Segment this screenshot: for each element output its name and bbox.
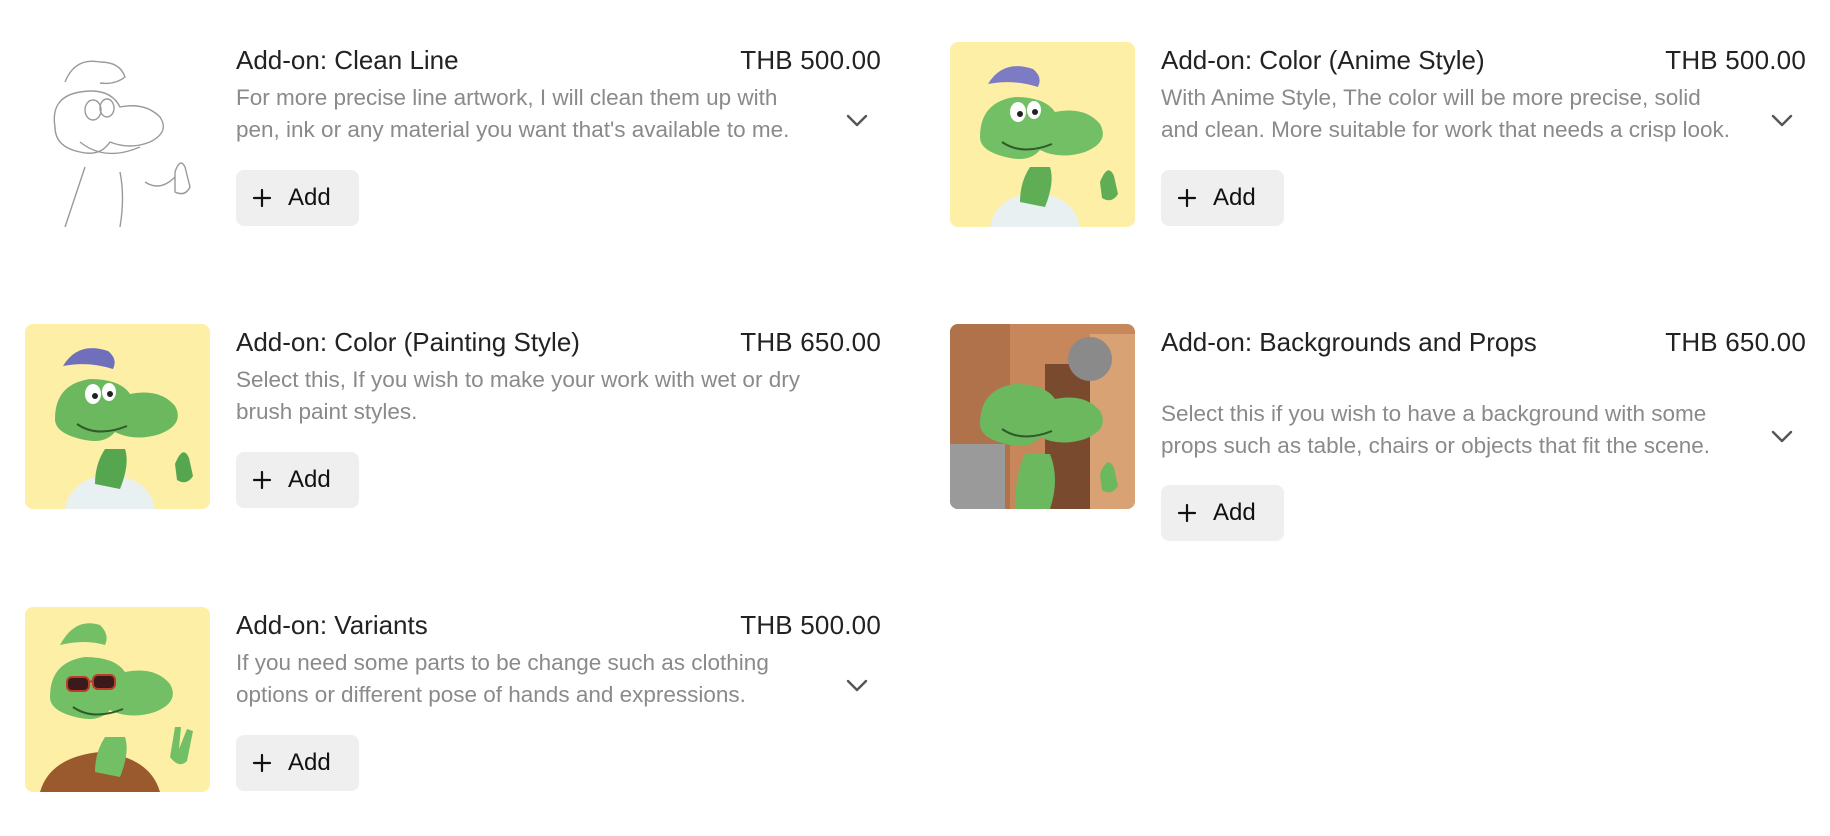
addon-title: Add-on: Clean Line: [236, 45, 459, 75]
anime-color-character-thumbnail: [950, 42, 1135, 227]
plus-icon: [252, 470, 272, 490]
plus-icon: [1177, 188, 1197, 208]
addon-price: THB 500.00: [740, 45, 881, 75]
add-button[interactable]: Add: [1161, 485, 1284, 541]
addon-card: Add-on: Backgrounds and Props THB 650.00…: [950, 324, 1806, 548]
add-button-label: Add: [288, 184, 331, 211]
chevron-down-icon[interactable]: [1768, 423, 1796, 451]
lineart-character-thumbnail: [25, 42, 210, 227]
addons-grid: Add-on: Clean Line THB 500.00 For more p…: [0, 0, 1830, 836]
plus-icon: [252, 188, 272, 208]
addon-card: Add-on: Color (Anime Style) THB 500.00 W…: [950, 42, 1806, 232]
addon-price: THB 650.00: [740, 327, 881, 357]
add-button-label: Add: [1213, 499, 1256, 526]
addon-price: THB 500.00: [1665, 45, 1806, 75]
add-button[interactable]: Add: [1161, 170, 1284, 226]
variant-character-thumbnail: [25, 607, 210, 792]
plus-icon: [252, 753, 272, 773]
add-button[interactable]: Add: [236, 452, 359, 508]
addon-price: THB 650.00: [1665, 327, 1806, 357]
chevron-down-icon[interactable]: [1768, 107, 1796, 135]
painted-character-thumbnail: [25, 324, 210, 509]
addon-price: THB 500.00: [740, 610, 881, 640]
add-button-label: Add: [1213, 184, 1256, 211]
addon-title: Add-on: Color (Painting Style): [236, 327, 580, 357]
addon-description: For more precise line artwork, I will cl…: [236, 85, 790, 142]
add-button-label: Add: [288, 466, 331, 493]
addon-description: If you need some parts to be change such…: [236, 650, 769, 707]
add-button[interactable]: Add: [236, 735, 359, 791]
plus-icon: [1177, 503, 1197, 523]
chevron-down-icon[interactable]: [843, 672, 871, 700]
addon-card: Add-on: Variants THB 500.00 If you need …: [25, 607, 881, 797]
background-props-character-thumbnail: [950, 324, 1135, 509]
addon-title: Add-on: Variants: [236, 610, 428, 640]
addon-card: Add-on: Clean Line THB 500.00 For more p…: [25, 42, 881, 232]
add-button[interactable]: Add: [236, 170, 359, 226]
addon-title: Add-on: Color (Anime Style): [1161, 45, 1485, 75]
addon-title: Add-on: Backgrounds and Props: [1161, 327, 1537, 357]
addon-description: With Anime Style, The color will be more…: [1161, 85, 1731, 142]
add-button-label: Add: [288, 749, 331, 776]
addon-card: Add-on: Color (Painting Style) THB 650.0…: [25, 324, 881, 514]
addon-description: Select this if you wish to have a backgr…: [1161, 401, 1711, 458]
chevron-down-icon[interactable]: [843, 107, 871, 135]
addon-description: Select this, If you wish to make your wo…: [236, 367, 800, 424]
